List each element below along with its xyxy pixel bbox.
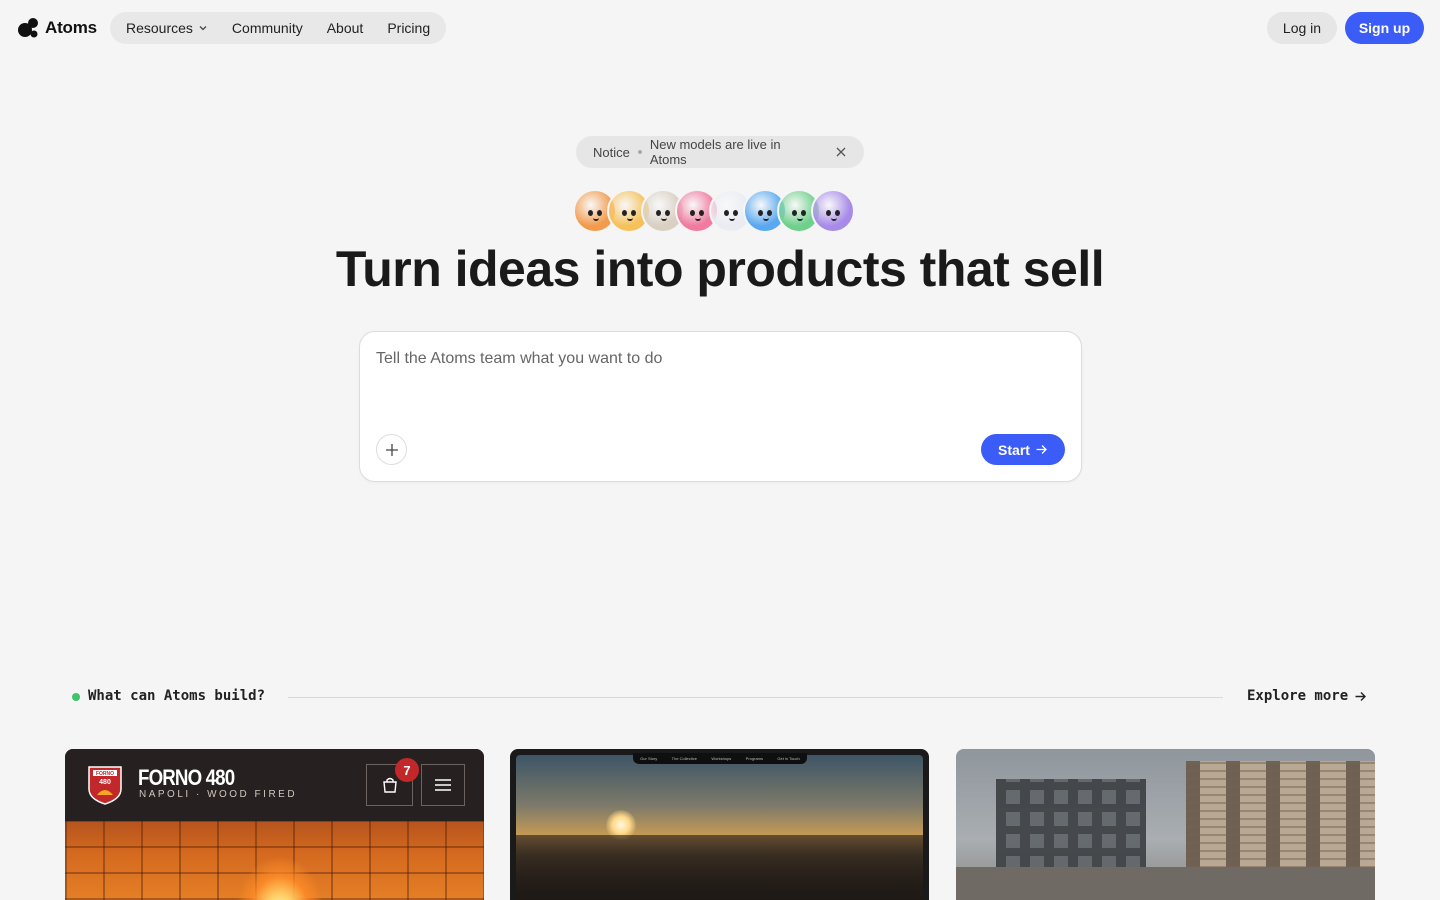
avatar-eye xyxy=(588,210,593,216)
avatar-mouth xyxy=(695,218,701,221)
avatar-eye xyxy=(733,210,738,216)
arrow-right-icon xyxy=(1036,445,1047,454)
menu-button[interactable] xyxy=(421,764,465,806)
chevron-down-icon xyxy=(199,26,207,31)
avatar-purple xyxy=(811,189,855,233)
separator-dot xyxy=(637,150,642,154)
avatar-mouth xyxy=(661,218,667,221)
explore-more-link[interactable]: Explore more xyxy=(1247,688,1367,704)
signup-button[interactable]: Sign up xyxy=(1345,12,1424,44)
avatar-mouth xyxy=(729,218,735,221)
avatar-eye xyxy=(792,210,797,216)
brand-name: Atoms xyxy=(45,18,97,37)
avatar-mouth xyxy=(627,218,633,221)
showcase-title: What can Atoms build? xyxy=(88,688,266,704)
mini-nav-item: Our Story xyxy=(640,756,658,761)
notice-banner: Notice New models are live in Atoms xyxy=(576,136,864,168)
avatar-eye xyxy=(665,210,670,216)
notice-message[interactable]: New models are live in Atoms xyxy=(650,137,819,167)
prompt-box: Start xyxy=(359,331,1082,482)
start-button[interactable]: Start xyxy=(981,434,1065,465)
mini-nav-item: The Collective xyxy=(671,756,697,761)
prompt-input[interactable] xyxy=(376,350,1066,410)
card-header: FORNO 480 FORNO 480 NAPOLI · WOOD FIRED … xyxy=(65,749,484,821)
nav-item-pricing[interactable]: Pricing xyxy=(387,20,430,36)
atoms-logo-icon xyxy=(18,18,38,38)
nav-item-community[interactable]: Community xyxy=(232,20,303,36)
game-rooftop xyxy=(956,867,1375,900)
explore-label: Explore more xyxy=(1247,688,1349,704)
wood-fire-oven-image xyxy=(65,821,484,900)
arrow-right-icon xyxy=(1355,691,1367,701)
showcase-card-game[interactable] xyxy=(956,749,1375,900)
avatar-eye xyxy=(622,210,627,216)
avatar-eye xyxy=(835,210,840,216)
showcase-card-city[interactable]: Our Story The Collective Workshops Programs… xyxy=(510,749,929,900)
avatar-mouth xyxy=(763,218,769,221)
avatar-mouth xyxy=(797,218,803,221)
add-attachment-button[interactable] xyxy=(376,434,407,465)
avatar-eye xyxy=(631,210,636,216)
mini-nav-item: Get in Touch xyxy=(777,756,800,761)
avatar-eye xyxy=(656,210,661,216)
avatar-eye xyxy=(690,210,695,216)
avatar-eye xyxy=(699,210,704,216)
nav-item-resources[interactable]: Resources xyxy=(126,20,208,36)
mini-nav-item: Workshops xyxy=(711,756,732,761)
nav-item-label: About xyxy=(326,20,364,36)
city-skyline xyxy=(516,835,923,900)
avatar-eye xyxy=(758,210,763,216)
cart-count-badge: 7 xyxy=(395,758,419,782)
brand-logo[interactable]: Atoms xyxy=(17,17,97,39)
avatar-eye xyxy=(597,210,602,216)
pizzeria-name: FORNO 480 xyxy=(138,765,235,790)
close-icon[interactable] xyxy=(835,146,847,158)
notice-tag: Notice xyxy=(593,144,630,160)
team-avatars xyxy=(573,189,855,233)
nav-item-about[interactable]: About xyxy=(327,20,364,36)
plus-icon xyxy=(385,443,398,456)
badge-number: 480 xyxy=(99,779,111,786)
nav-item-label: Community xyxy=(231,20,303,36)
nav-item-label: Resources xyxy=(126,20,193,36)
avatar-eye xyxy=(724,210,729,216)
divider xyxy=(288,697,1223,698)
start-label: Start xyxy=(998,441,1030,458)
showcase-card-pizzeria[interactable]: FORNO 480 FORNO 480 NAPOLI · WOOD FIRED … xyxy=(65,749,484,900)
main-nav: Resources Community About Pricing xyxy=(110,12,447,44)
avatar-eye xyxy=(826,210,831,216)
pizzeria-subtitle: NAPOLI · WOOD FIRED xyxy=(139,789,298,800)
login-button[interactable]: Log in xyxy=(1267,12,1337,44)
city-sunset-image xyxy=(516,755,923,900)
mini-site-nav: Our Story The Collective Workshops Programs… xyxy=(633,753,807,764)
status-dot xyxy=(72,693,80,701)
avatar-mouth xyxy=(831,218,837,221)
pizzeria-badge-logo: FORNO 480 xyxy=(88,766,122,805)
avatar-eye xyxy=(801,210,806,216)
top-nav: Atoms Resources Community About Pricing … xyxy=(0,0,1440,56)
nav-item-label: Pricing xyxy=(387,20,431,36)
badge-text: FORNO xyxy=(96,771,114,777)
avatar-eye xyxy=(767,210,772,216)
hero-headline: Turn ideas into products that sell xyxy=(335,241,1105,297)
mini-nav-item: Programs xyxy=(745,756,763,761)
avatar-mouth xyxy=(593,218,599,221)
shopping-bag-icon xyxy=(382,777,397,793)
hamburger-menu-icon xyxy=(435,779,451,791)
